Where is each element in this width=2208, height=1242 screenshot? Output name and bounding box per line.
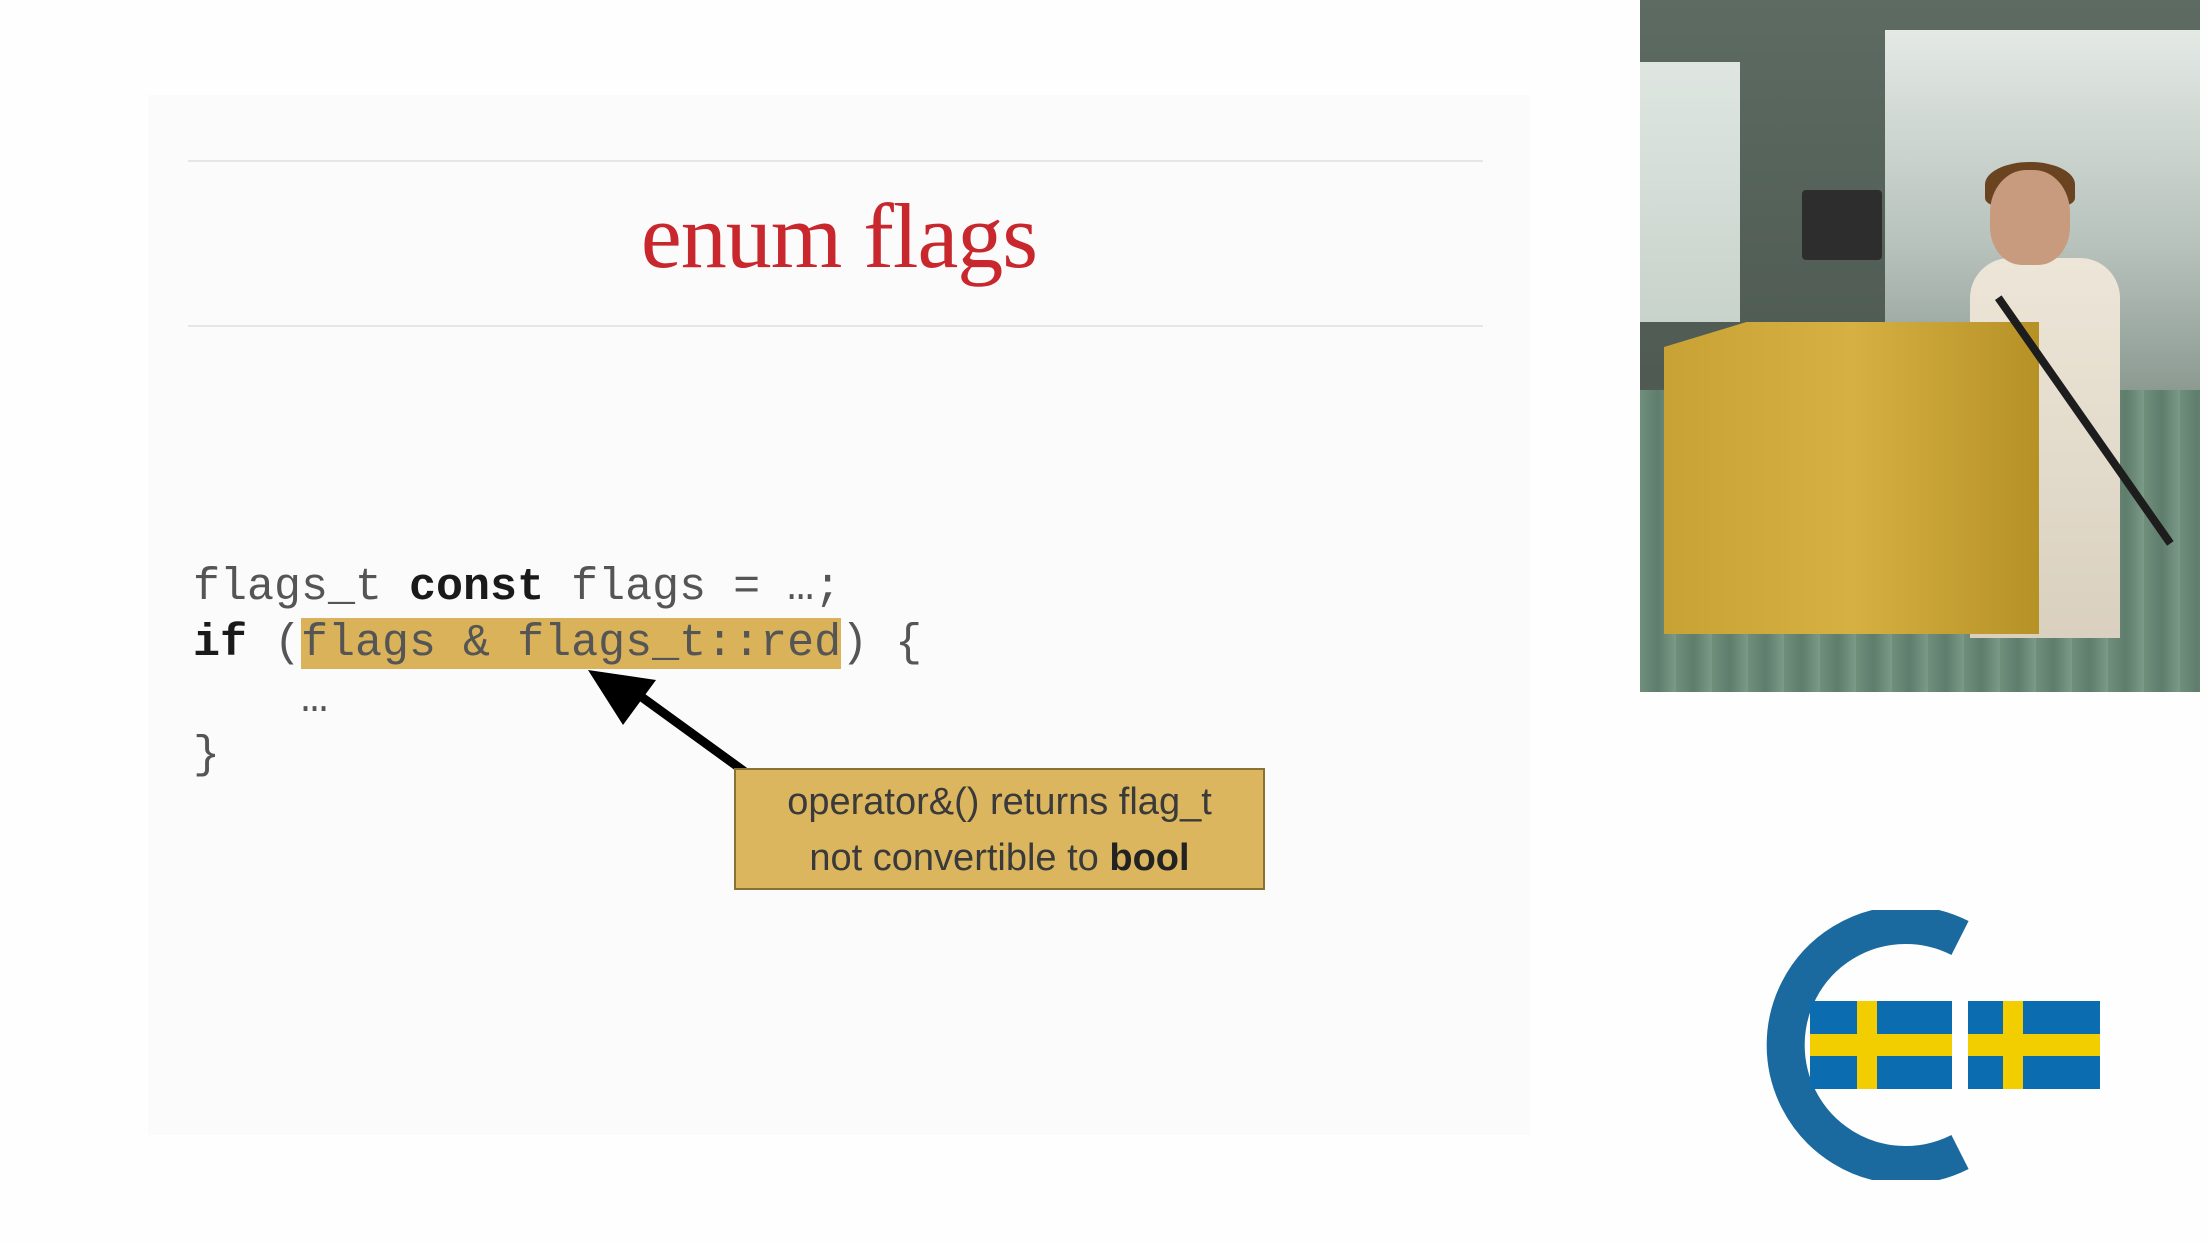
loudspeaker <box>1802 190 1882 260</box>
code-keyword: const <box>409 562 545 613</box>
code-line-2: if (flags & flags_t::red) { <box>193 616 922 672</box>
background-screen <box>1640 62 1740 322</box>
code-text: flags_t <box>193 562 410 613</box>
callout-line-1: operator&() returns flag_t <box>787 781 1212 823</box>
podium <box>1664 322 2039 634</box>
code-text: flags = …; <box>544 562 842 613</box>
title-rule-top <box>188 160 1483 162</box>
callout-text: not convertible to <box>809 837 1110 879</box>
code-text: ( <box>247 618 302 669</box>
speaker-video <box>1640 0 2200 692</box>
conference-logo-icon <box>1766 910 2100 1180</box>
code-block: flags_t const flags = …; if (flags & flag… <box>193 560 922 784</box>
callout-line-2: not convertible to bool <box>736 830 1263 886</box>
callout-bold-text: bool <box>1109 837 1190 879</box>
code-line-3: … <box>193 674 329 725</box>
code-highlight: flags & flags_t::red <box>301 618 842 669</box>
title-rule-bottom <box>188 325 1483 327</box>
code-line-1: flags_t const flags = …; <box>193 560 922 616</box>
speaker-head <box>1990 170 2070 265</box>
slide-title: enum flags <box>640 185 1038 287</box>
presentation-slide: enum flags flags_t const flags = …; if (f… <box>148 95 1530 1135</box>
code-keyword: if <box>193 618 248 669</box>
code-text: ) { <box>841 618 923 669</box>
callout-box: operator&() returns flag_t not convertib… <box>734 768 1265 890</box>
video-frame: enum flags flags_t const flags = …; if (f… <box>0 0 2208 1242</box>
